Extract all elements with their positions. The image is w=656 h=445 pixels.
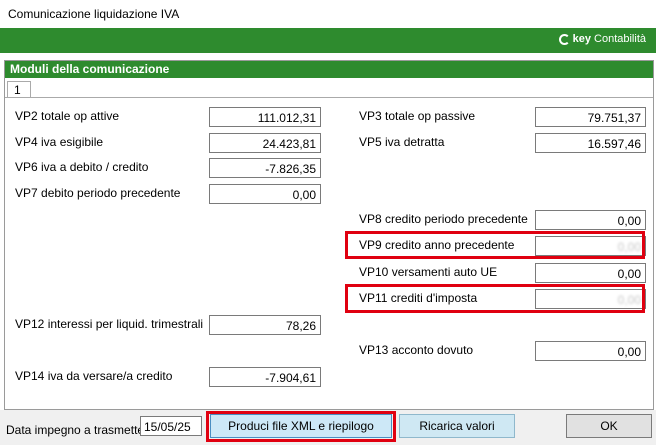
reload-button[interactable]: Ricarica valori [399, 414, 515, 438]
vp11-field[interactable]: 0,00 [535, 289, 646, 309]
vp4-field[interactable]: 24.423,81 [209, 133, 321, 153]
vp3-field[interactable]: 79.751,37 [535, 107, 646, 127]
vp11-value-blurred: 0,00 [617, 293, 641, 307]
vp7-field[interactable]: 0,00 [209, 184, 321, 204]
vp12-label: VP12 interessi per liquid. trimestrali [15, 317, 204, 331]
vp4-label: VP4 iva esigibile [15, 135, 104, 149]
ok-button[interactable]: OK [566, 414, 652, 438]
title-bar: Comunicazione liquidazione IVA [0, 0, 656, 28]
key-logo-icon [558, 33, 570, 45]
brand-prefix: key [572, 33, 592, 45]
brand-logo: key Contabilità [558, 33, 646, 45]
vp9-label: VP9 credito anno precedente [359, 238, 515, 252]
vp12-field[interactable]: 78,26 [209, 315, 321, 335]
modules-panel: Moduli della comunicazione 1 VP2 totale … [4, 60, 654, 410]
tab-divider [5, 97, 653, 98]
vp6-label: VP6 iva a debito / credito [15, 160, 149, 174]
vp11-label: VP11 crediti d'imposta [359, 291, 478, 305]
vp2-label: VP2 totale op attive [15, 109, 120, 123]
date-label: Data impegno a trasmettere [6, 423, 155, 437]
date-field[interactable]: 15/05/25 [140, 416, 202, 436]
vp7-label: VP7 debito periodo precedente [15, 186, 181, 200]
tab-1[interactable]: 1 [7, 81, 31, 97]
vp10-field[interactable]: 0,00 [535, 263, 646, 283]
window-title: Comunicazione liquidazione IVA [8, 7, 180, 21]
vp8-field[interactable]: 0,00 [535, 210, 646, 230]
vp9-value-blurred: 0,00 [617, 240, 641, 254]
vp9-field[interactable]: 0,00 [535, 236, 646, 256]
vp3-label: VP3 totale op passive [359, 109, 476, 123]
vp14-field[interactable]: -7.904,61 [209, 367, 321, 387]
xml-button[interactable]: Produci file XML e riepilogo [210, 414, 392, 438]
modules-header: Moduli della comunicazione [5, 61, 653, 78]
vp8-label: VP8 credito periodo precedente [359, 212, 528, 226]
footer-bar: Data impegno a trasmettere 15/05/25 Prod… [0, 410, 656, 445]
vp5-label: VP5 iva detratta [359, 135, 445, 149]
vp2-field[interactable]: 111.012,31 [209, 107, 321, 127]
vp14-label: VP14 iva da versare/a credito [15, 369, 173, 383]
vp10-label: VP10 versamenti auto UE [359, 265, 498, 279]
brand-suffix: Contabilità [594, 33, 646, 45]
vp13-label: VP13 acconto dovuto [359, 343, 474, 357]
vp13-field[interactable]: 0,00 [535, 341, 646, 361]
vp5-field[interactable]: 16.597,46 [535, 133, 646, 153]
brand-bar: key Contabilità [0, 28, 656, 53]
vp6-field[interactable]: -7.826,35 [209, 158, 321, 178]
